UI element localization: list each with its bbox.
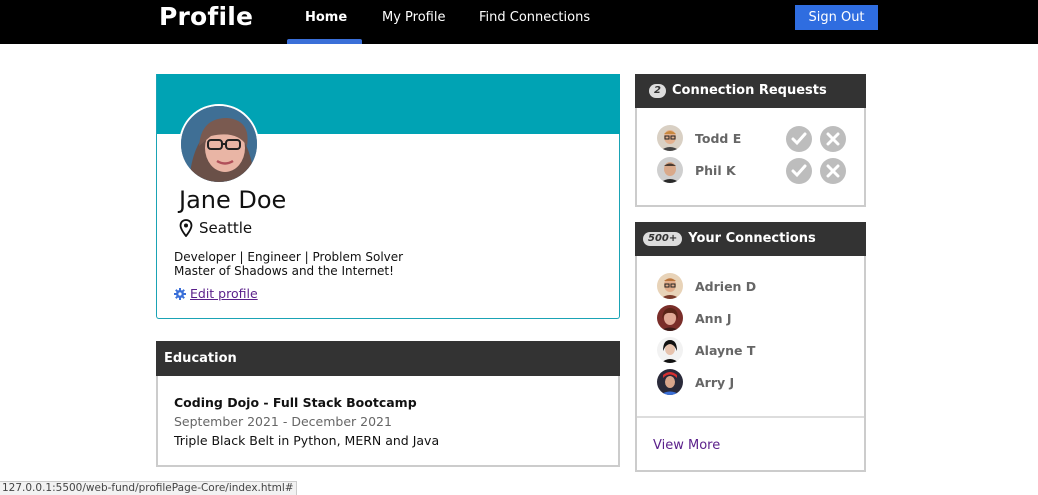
education-dates: September 2021 - December 2021 xyxy=(174,414,392,429)
edit-profile-label[interactable]: Edit profile xyxy=(190,286,258,301)
active-nav-indicator xyxy=(287,39,362,44)
education-header: Education xyxy=(156,341,620,376)
request-name[interactable]: Phil K xyxy=(695,163,736,178)
connection-item: Alayne T xyxy=(657,337,755,363)
brand-logo[interactable]: Profile xyxy=(159,2,253,31)
connection-requests-title: Connection Requests xyxy=(671,83,827,98)
profile-location: Seattle xyxy=(179,219,252,237)
connection-item: Adrien D xyxy=(657,273,756,299)
connection-name[interactable]: Arry J xyxy=(695,375,734,390)
request-name[interactable]: Todd E xyxy=(695,131,741,146)
your-connections-title: Your Connections xyxy=(688,231,816,246)
profile-tagline: Master of Shadows and the Internet! xyxy=(174,264,394,278)
accept-button[interactable] xyxy=(786,126,812,152)
avatar xyxy=(657,305,683,331)
decline-button[interactable] xyxy=(820,158,846,184)
connection-item: Ann J xyxy=(657,305,731,331)
your-connections-card: 500+ Your Connections Adrien D Ann J Ala… xyxy=(635,222,866,472)
connection-requests-header: 2 Connection Requests xyxy=(635,74,866,108)
decline-button[interactable] xyxy=(820,126,846,152)
request-item: Phil K xyxy=(657,157,736,183)
profile-headline: Developer | Engineer | Problem Solver xyxy=(174,250,404,264)
requests-count-badge: 2 xyxy=(649,84,666,98)
nav-link-my-profile[interactable]: My Profile xyxy=(382,10,445,25)
profile-name: Jane Doe xyxy=(179,186,287,214)
divider xyxy=(637,416,864,418)
request-actions xyxy=(786,126,854,152)
connection-name[interactable]: Adrien D xyxy=(695,279,756,294)
gear-icon xyxy=(174,287,186,300)
nav-link-home[interactable]: Home xyxy=(305,10,347,25)
edit-profile-link[interactable]: Edit profile xyxy=(174,286,258,301)
connections-count-badge: 500+ xyxy=(643,232,683,246)
avatar xyxy=(657,337,683,363)
location-label: Seattle xyxy=(199,219,253,237)
your-connections-header: 500+ Your Connections xyxy=(635,222,866,256)
browser-status-url: 127.0.0.1:5500/web-fund/profilePage-Core… xyxy=(0,481,297,495)
education-card: Education Coding Dojo - Full Stack Bootc… xyxy=(156,341,620,467)
connection-name[interactable]: Ann J xyxy=(695,311,731,326)
request-item: Todd E xyxy=(657,125,741,151)
sign-out-button[interactable]: Sign Out xyxy=(795,5,878,30)
education-school: Coding Dojo - Full Stack Bootcamp xyxy=(174,395,417,410)
close-icon xyxy=(826,132,840,146)
map-pin-icon xyxy=(179,219,193,237)
education-description: Triple Black Belt in Python, MERN and Ja… xyxy=(174,433,440,448)
close-icon xyxy=(826,164,840,178)
avatar xyxy=(657,125,683,151)
avatar xyxy=(657,369,683,395)
connection-name[interactable]: Alayne T xyxy=(695,343,755,358)
check-icon xyxy=(791,164,807,178)
connection-requests-card: 2 Connection Requests Todd E Phil K xyxy=(635,74,866,207)
top-nav: Profile Home My Profile Find Connections… xyxy=(0,0,1038,44)
connection-item: Arry J xyxy=(657,369,734,395)
profile-avatar xyxy=(179,104,259,184)
avatar xyxy=(657,273,683,299)
view-more-link[interactable]: View More xyxy=(653,438,720,453)
check-icon xyxy=(791,132,807,146)
request-actions xyxy=(786,158,854,184)
profile-card: Jane Doe Seattle Developer | Engineer | … xyxy=(156,74,620,319)
nav-link-find-connections[interactable]: Find Connections xyxy=(479,10,590,25)
avatar xyxy=(657,157,683,183)
accept-button[interactable] xyxy=(786,158,812,184)
